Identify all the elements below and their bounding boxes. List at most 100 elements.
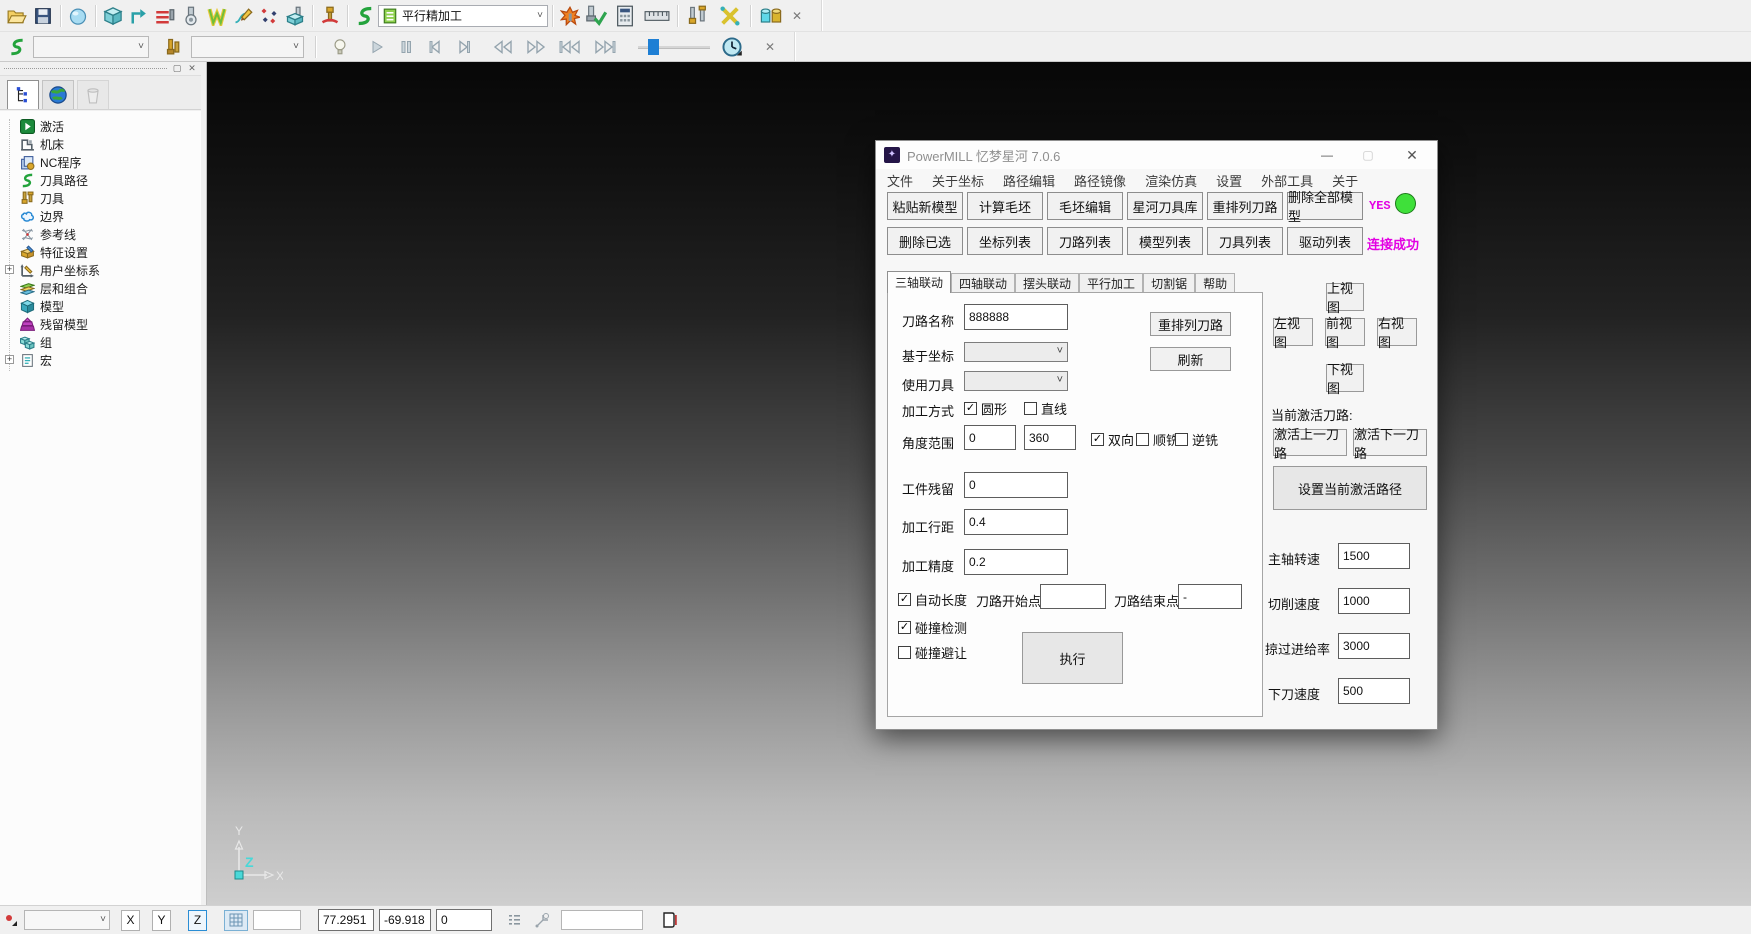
expand-icon[interactable]: + xyxy=(5,265,14,274)
blank-form-button[interactable] xyxy=(65,3,91,29)
toolbar-close-button[interactable]: ✕ xyxy=(787,9,807,23)
sim-go-end-button[interactable] xyxy=(589,34,621,60)
panel-grip[interactable]: ▢ ✕ xyxy=(0,62,201,76)
measure-button[interactable] xyxy=(641,3,673,29)
angle-to-input[interactable] xyxy=(1024,425,1076,450)
menu-path-mirror[interactable]: 路径镜像 xyxy=(1074,171,1126,190)
start-point-input[interactable] xyxy=(1040,584,1106,609)
execute-button[interactable]: 执行 xyxy=(1022,632,1123,684)
tree-item-workplanes[interactable]: +用户坐标系 xyxy=(4,261,201,279)
tree-item-macros[interactable]: +宏 xyxy=(4,351,201,369)
tool-pair-button[interactable] xyxy=(682,3,714,29)
refresh-button[interactable]: 刷新 xyxy=(1150,347,1231,371)
expand-icon[interactable]: + xyxy=(5,355,14,364)
delete-selected-button[interactable]: 删除已选 xyxy=(887,227,963,255)
stock-models-button[interactable] xyxy=(755,3,787,29)
tree-item-nc-programs[interactable]: NC程序 xyxy=(4,153,201,171)
sim-toolbar-close-button[interactable]: ✕ xyxy=(760,40,780,54)
checkbox-box[interactable] xyxy=(1024,402,1037,415)
menu-about-coords[interactable]: 关于坐标 xyxy=(932,171,984,190)
checkbox-box[interactable] xyxy=(1136,433,1149,446)
tree-item-patterns[interactable]: 参考线 xyxy=(4,225,201,243)
view-front-button[interactable]: 前视图 xyxy=(1325,318,1365,346)
toolpath-sim-button[interactable] xyxy=(4,34,30,60)
paste-new-model-button[interactable]: 粘贴新模型 xyxy=(887,192,963,220)
checkbox-box[interactable] xyxy=(1175,433,1188,446)
sim-pause-button[interactable] xyxy=(393,34,419,60)
tab-parallel[interactable]: 平行加工 xyxy=(1079,273,1143,293)
tree-item-feature-sets[interactable]: 特征设置 xyxy=(4,243,201,261)
calc-stock-button[interactable]: 计算毛坯 xyxy=(967,192,1043,220)
cutter-comp-button[interactable] xyxy=(714,3,746,29)
sim-tool-button[interactable] xyxy=(162,34,188,60)
tool-button[interactable] xyxy=(317,3,343,29)
auto-length-checkbox[interactable]: ✓自动长度 xyxy=(898,590,967,609)
tab-explorer-web[interactable] xyxy=(42,80,74,109)
locate-probe-icon[interactable] xyxy=(534,911,552,929)
rapid-move-button[interactable] xyxy=(126,3,152,29)
tree-item-stock-models[interactable]: 残留模型 xyxy=(4,315,201,333)
tree-item-machine[interactable]: 机床 xyxy=(4,135,201,153)
view-top-button[interactable]: 上视图 xyxy=(1326,283,1364,311)
coords-list-icon[interactable] xyxy=(507,912,523,928)
save-project-button[interactable] xyxy=(30,3,56,29)
tree-item-toolpaths[interactable]: 刀具路径 xyxy=(4,171,201,189)
sim-clock-button[interactable] xyxy=(719,34,745,60)
panel-close-button[interactable]: ✕ xyxy=(186,63,198,74)
toolpath-name-input[interactable] xyxy=(964,304,1068,330)
menu-file[interactable]: 文件 xyxy=(887,171,913,190)
mode-circle-checkbox[interactable]: ✓圆形 xyxy=(964,399,1007,418)
tab-4axis[interactable]: 四轴联动 xyxy=(951,273,1015,293)
checkbox-box[interactable]: ✓ xyxy=(898,621,911,634)
block-button[interactable] xyxy=(100,3,126,29)
coord-list-button[interactable]: 坐标列表 xyxy=(967,227,1043,255)
tab-explorer-trash[interactable] xyxy=(77,80,109,109)
checkbox-box[interactable]: ✓ xyxy=(964,402,977,415)
stepover-input[interactable] xyxy=(964,509,1068,535)
view-bottom-button[interactable]: 下视图 xyxy=(1326,364,1364,392)
minimize-button[interactable]: — xyxy=(1312,145,1342,165)
workplane-select[interactable]: ˅ xyxy=(24,910,110,930)
rearrange-toolpaths-button[interactable]: 重排列刀路 xyxy=(1207,192,1283,220)
checkbox-box[interactable] xyxy=(898,646,911,659)
tab-explorer-tree[interactable] xyxy=(7,80,39,109)
based-coord-select[interactable]: ˅ xyxy=(964,342,1068,362)
collision-check-checkbox[interactable]: ✓碰撞检测 xyxy=(898,618,967,637)
feature-block-button[interactable] xyxy=(282,3,308,29)
tool-verify-button[interactable] xyxy=(583,3,609,29)
tab-saw[interactable]: 切割锯 xyxy=(1143,273,1195,293)
curve-editor-button[interactable] xyxy=(230,3,256,29)
menu-settings[interactable]: 设置 xyxy=(1216,171,1242,190)
view-left-button[interactable]: 左视图 xyxy=(1273,318,1313,346)
checkbox-box[interactable]: ✓ xyxy=(898,593,911,606)
tab-tilthead[interactable]: 摆头联动 xyxy=(1015,273,1079,293)
skim-feed-input[interactable] xyxy=(1338,633,1410,659)
axis-x-button[interactable]: X xyxy=(121,910,140,931)
toolpath-list-button[interactable]: 刀路列表 xyxy=(1047,227,1123,255)
bidirectional-checkbox[interactable]: ✓双向 xyxy=(1091,430,1134,449)
tab-3axis[interactable]: 三轴联动 xyxy=(887,271,951,293)
echo-pause-icon[interactable] xyxy=(662,911,678,929)
axis-y-button[interactable]: Y xyxy=(152,910,171,931)
conventional-mill-checkbox[interactable]: 逆铣 xyxy=(1175,430,1218,449)
rearrange-button[interactable]: 重排列刀路 xyxy=(1150,312,1231,336)
angle-from-input[interactable] xyxy=(964,425,1016,450)
tree-item-levels-sets[interactable]: 层和组合 xyxy=(4,279,201,297)
maximize-button[interactable]: ▢ xyxy=(1353,145,1383,165)
simulation-speed-slider[interactable] xyxy=(638,38,710,56)
coord-z-input[interactable] xyxy=(436,909,492,931)
sim-light-button[interactable] xyxy=(327,34,353,60)
stock-remain-input[interactable] xyxy=(964,472,1068,498)
sim-rewind-button[interactable] xyxy=(488,34,518,60)
activate-next-toolpath-button[interactable]: 激活下一刀路 xyxy=(1353,429,1427,456)
model-list-button[interactable]: 模型列表 xyxy=(1127,227,1203,255)
activate-prev-toolpath-button[interactable]: 激活上一刀路 xyxy=(1273,429,1347,456)
cutting-feed-input[interactable] xyxy=(1338,588,1410,614)
menu-render-sim[interactable]: 渲染仿真 xyxy=(1145,171,1197,190)
delete-all-models-button[interactable]: 删除全部模型 xyxy=(1287,192,1363,220)
stock-edit-button[interactable]: 毛坯编辑 xyxy=(1047,192,1123,220)
toolpath-button[interactable] xyxy=(352,3,378,29)
sim-toolpath-select[interactable]: ˅ xyxy=(33,36,149,58)
points-button[interactable] xyxy=(256,3,282,29)
pattern-button[interactable] xyxy=(204,3,230,29)
